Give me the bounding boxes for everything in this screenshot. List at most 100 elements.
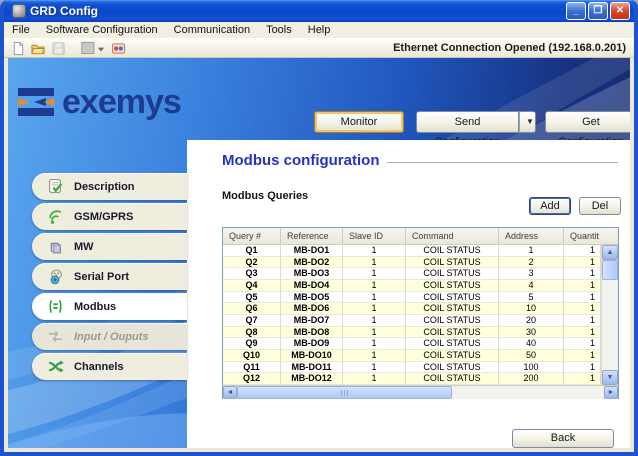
table-row[interactable]: Q8MB-DO81COIL STATUS301 — [223, 327, 601, 339]
scroll-left-button[interactable]: ◄ — [223, 386, 237, 399]
menu-item-tools[interactable]: Tools — [258, 23, 300, 37]
sidebar-item-label: Channels — [74, 361, 124, 373]
close-button[interactable]: ✕ — [610, 2, 630, 20]
table-row[interactable]: Q3MB-DO31COIL STATUS31 — [223, 268, 601, 280]
table-cell: 1 — [564, 257, 601, 269]
table-cell: COIL STATUS — [406, 350, 499, 362]
table-cell: Q8 — [223, 327, 281, 339]
connection-icon[interactable] — [110, 41, 126, 56]
table-cell: COIL STATUS — [406, 315, 499, 327]
table-cell: 2 — [499, 257, 564, 269]
sidebar-item-description[interactable]: Description — [32, 173, 187, 200]
table-cell: MB-DO11 — [281, 362, 343, 374]
get-configuration-button[interactable]: Get Configuration — [545, 111, 630, 133]
table-cell: MB-DO1 — [281, 245, 343, 257]
table-cell: 40 — [499, 338, 564, 350]
table-cell: COIL STATUS — [406, 303, 499, 315]
table-cell: COIL STATUS — [406, 362, 499, 374]
menu-item-software-configuration[interactable]: Software Configuration — [38, 23, 166, 37]
horizontal-scrollbar[interactable]: ◄ ► — [223, 385, 618, 399]
table-cell: 1 — [564, 303, 601, 315]
table-row[interactable]: Q7MB-DO71COIL STATUS201 — [223, 315, 601, 327]
table-cell: COIL STATUS — [406, 268, 499, 280]
device-dropdown-icon[interactable] — [80, 41, 106, 56]
table-cell: 1 — [343, 362, 406, 374]
table-cell: 1 — [564, 373, 601, 385]
table-cell: 20 — [499, 315, 564, 327]
toolbar-icons — [10, 41, 126, 56]
table-row[interactable]: Q2MB-DO21COIL STATUS21 — [223, 257, 601, 269]
scroll-up-button[interactable]: ▲ — [602, 245, 618, 260]
table-cell: Q1 — [223, 245, 281, 257]
table-cell: 1 — [564, 280, 601, 292]
table-cell: 1 — [343, 292, 406, 304]
table-row[interactable]: Q6MB-DO61COIL STATUS101 — [223, 303, 601, 315]
sidebar-item-label: Description — [74, 181, 135, 193]
section-label: Modbus Queries — [222, 190, 308, 202]
sidebar-item-channels[interactable]: Channels — [32, 353, 187, 380]
maximize-button[interactable]: ❐ — [588, 2, 608, 20]
table-cell: COIL STATUS — [406, 338, 499, 350]
table-cell: COIL STATUS — [406, 327, 499, 339]
table-row[interactable]: Q11MB-DO111COIL STATUS1001 — [223, 362, 601, 374]
menu-item-communication[interactable]: Communication — [166, 23, 258, 37]
sidebar-item-gsm-gprs[interactable]: GSM/GPRS — [32, 203, 187, 230]
monitor-button[interactable]: Monitor — [314, 111, 404, 133]
table-cell: 1 — [564, 327, 601, 339]
exemys-logo: exemys — [16, 82, 181, 122]
vertical-scroll-track[interactable] — [602, 280, 618, 370]
open-folder-icon[interactable] — [30, 41, 46, 56]
sidebar-item-label: MW — [74, 241, 94, 253]
brand-name: exemys — [62, 85, 181, 119]
table-cell: 1 — [343, 338, 406, 350]
table-cell: MB-DO5 — [281, 292, 343, 304]
description-icon — [47, 178, 64, 195]
table-cell: 1 — [343, 257, 406, 269]
back-button[interactable]: Back — [512, 429, 614, 448]
app-window: GRD Config _ ❐ ✕ FileSoftware Configurat… — [0, 0, 638, 456]
send-configuration-button[interactable]: Send Configuration — [416, 111, 519, 133]
titlebar: GRD Config _ ❐ ✕ — [4, 0, 634, 22]
sidebar-item-mw[interactable]: MW — [32, 233, 187, 260]
new-file-icon[interactable] — [10, 41, 26, 56]
minimize-button[interactable]: _ — [566, 2, 586, 20]
table-row[interactable]: Q10MB-DO101COIL STATUS501 — [223, 350, 601, 362]
table-cell: COIL STATUS — [406, 257, 499, 269]
modbus-queries-table: Query #ReferenceSlave IDCommandAddressQu… — [222, 227, 619, 399]
del-button[interactable]: Del — [579, 197, 621, 215]
vertical-scroll-thumb[interactable] — [602, 260, 618, 280]
scroll-down-button[interactable]: ▼ — [602, 370, 618, 385]
column-header-address: Address — [499, 228, 564, 244]
table-cell: COIL STATUS — [406, 280, 499, 292]
table-row[interactable]: Q5MB-DO51COIL STATUS51 — [223, 292, 601, 304]
table-row[interactable]: Q1MB-DO11COIL STATUS11 — [223, 245, 601, 257]
table-cell: Q5 — [223, 292, 281, 304]
save-icon[interactable] — [50, 41, 66, 56]
app-icon — [12, 4, 26, 18]
table-cell: Q6 — [223, 303, 281, 315]
table-row[interactable]: Q9MB-DO91COIL STATUS401 — [223, 338, 601, 350]
table-cell: 1 — [343, 245, 406, 257]
table-cell: 100 — [499, 362, 564, 374]
scroll-right-button[interactable]: ► — [604, 386, 618, 399]
mw-device-icon — [47, 238, 64, 255]
column-header-slave-id: Slave ID — [343, 228, 406, 244]
add-button[interactable]: Add — [529, 197, 571, 215]
sidebar-item-serial-port[interactable]: Serial Port — [32, 263, 187, 290]
table-row[interactable]: Q4MB-DO41COIL STATUS41 — [223, 280, 601, 292]
table-cell: 1 — [499, 245, 564, 257]
table-cell: 200 — [499, 373, 564, 385]
table-row[interactable]: Q12MB-DO121COIL STATUS2001 — [223, 373, 601, 385]
table-cell: Q9 — [223, 338, 281, 350]
table-cell: Q2 — [223, 257, 281, 269]
vertical-scrollbar[interactable]: ▲ ▼ — [601, 245, 618, 385]
sidebar-item-modbus[interactable]: Modbus — [32, 293, 187, 320]
menu-item-help[interactable]: Help — [300, 23, 339, 37]
table-cell: 1 — [564, 315, 601, 327]
horizontal-scroll-track[interactable] — [452, 386, 604, 399]
menu-item-file[interactable]: File — [4, 23, 38, 37]
send-configuration-dropdown[interactable]: ▼ — [519, 111, 536, 133]
horizontal-scroll-thumb[interactable] — [237, 386, 452, 399]
table-cell: Q7 — [223, 315, 281, 327]
table-cell: Q10 — [223, 350, 281, 362]
